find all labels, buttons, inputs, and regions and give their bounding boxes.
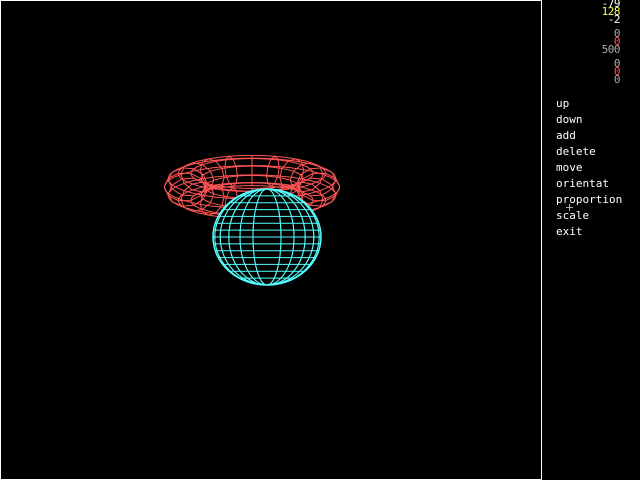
side-panel: -79 128 -2 0 0 500 0 0 0 up down add del… — [542, 0, 640, 480]
3d-viewport[interactable] — [0, 0, 542, 480]
readout-value-6: 500 — [601, 43, 621, 56]
crosshair-cursor-icon — [566, 204, 573, 211]
menu-delete[interactable]: delete — [556, 146, 596, 158]
menu-down[interactable]: down — [556, 114, 583, 126]
menu-move[interactable]: move — [556, 162, 583, 174]
menu-add[interactable]: add — [556, 130, 576, 142]
menu-scale[interactable]: scale — [556, 210, 589, 222]
wireframe-scene — [163, 154, 341, 286]
menu-exit[interactable]: exit — [556, 226, 583, 238]
readout-value-9: 0 — [613, 73, 621, 86]
torus-section-line — [266, 155, 280, 187]
sphere-wireframe — [212, 188, 322, 286]
menu-up[interactable]: up — [556, 98, 569, 110]
torus-section-line — [224, 155, 238, 187]
readout-value-3: -2 — [607, 13, 621, 26]
menu-orientat[interactable]: orientat — [556, 178, 609, 190]
